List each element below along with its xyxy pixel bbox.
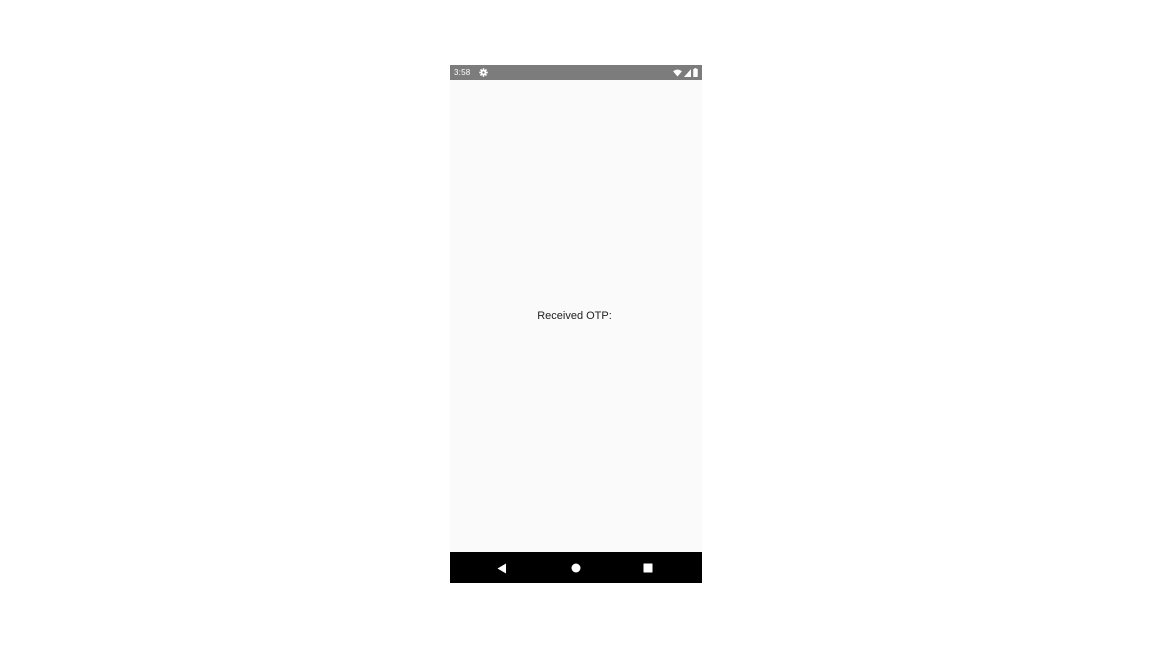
recents-icon[interactable] bbox=[640, 560, 656, 576]
phone-screen: 3:58 Received OTP: bbox=[450, 65, 702, 583]
gear-icon bbox=[479, 68, 488, 77]
signal-icon bbox=[684, 68, 691, 77]
battery-icon bbox=[693, 68, 698, 77]
app-content: Received OTP: bbox=[450, 80, 702, 552]
status-icons bbox=[673, 68, 698, 77]
home-icon[interactable] bbox=[568, 560, 584, 576]
back-icon[interactable] bbox=[494, 560, 510, 576]
received-otp-label: Received OTP: bbox=[537, 310, 612, 322]
navigation-bar bbox=[450, 552, 702, 583]
status-bar: 3:58 bbox=[450, 65, 702, 80]
status-time: 3:58 bbox=[454, 68, 471, 77]
page-background: 3:58 Received OTP: bbox=[0, 0, 1152, 648]
wifi-icon bbox=[673, 68, 682, 77]
